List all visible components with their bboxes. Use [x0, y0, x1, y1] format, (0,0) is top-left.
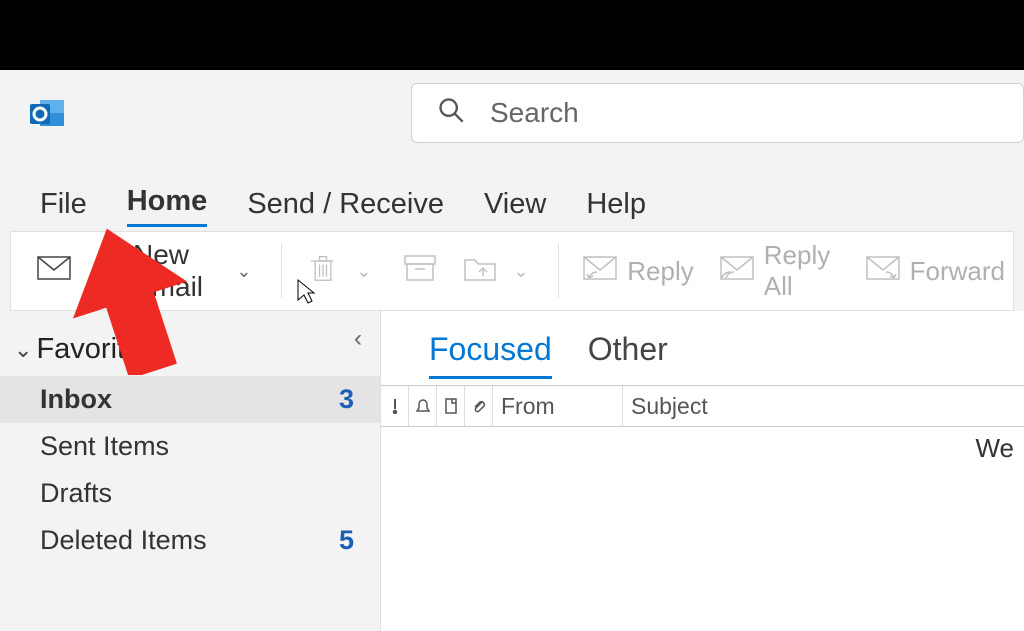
forward-button[interactable]: Forward: [858, 250, 1013, 293]
menu-tabs: File Home Send / Receive View Help: [0, 155, 1024, 227]
new-email-label: New Email: [133, 239, 220, 303]
forward-icon: [866, 254, 900, 289]
ribbon-separator: [558, 244, 559, 298]
col-itemtype-icon[interactable]: [437, 386, 465, 426]
tab-view[interactable]: View: [484, 188, 546, 227]
col-reminder-icon[interactable]: [409, 386, 437, 426]
col-subject[interactable]: Subject: [623, 386, 1024, 426]
nav-label: Inbox: [40, 384, 112, 415]
search-placeholder: Search: [490, 97, 579, 129]
mail-list-pane: Focused Other From Subject We: [380, 311, 1024, 631]
col-attachment-icon[interactable]: [465, 386, 493, 426]
col-importance-icon[interactable]: [381, 386, 409, 426]
outlook-logo-icon: [30, 96, 66, 130]
tab-help[interactable]: Help: [586, 188, 646, 227]
content-area: ‹ ⌄ Favorites Inbox 3 Sent Items Drafts …: [0, 311, 1024, 631]
window-letterbox-top: [0, 0, 1024, 70]
tab-send-receive[interactable]: Send / Receive: [247, 188, 444, 227]
mail-filter-tabs: Focused Other: [381, 311, 1024, 379]
sidebar-item-deleted[interactable]: Deleted Items 5: [0, 517, 380, 564]
tab-home[interactable]: Home: [127, 185, 208, 227]
sidebar: ‹ ⌄ Favorites Inbox 3 Sent Items Drafts …: [0, 311, 380, 631]
chevron-down-icon[interactable]: ⌄: [507, 261, 534, 282]
favorites-header[interactable]: ⌄ Favorites: [0, 325, 380, 376]
folder-move-icon: [463, 254, 497, 289]
collapse-sidebar-icon[interactable]: ‹: [354, 325, 362, 353]
tab-file[interactable]: File: [40, 188, 87, 227]
forward-label: Forward: [910, 256, 1005, 287]
nav-label: Sent Items: [40, 431, 169, 462]
nav-count: 3: [339, 384, 354, 415]
tab-focused[interactable]: Focused: [429, 331, 552, 379]
column-headers: From Subject: [381, 385, 1024, 427]
envelope-icon: [37, 254, 71, 289]
archive-icon: [403, 254, 437, 289]
message-row-snippet[interactable]: We: [381, 427, 1024, 464]
delete-button[interactable]: ⌄: [298, 250, 385, 293]
reply-all-icon: [720, 254, 754, 289]
title-bar: Search: [0, 70, 1024, 155]
nav-count: 5: [339, 525, 354, 556]
col-from[interactable]: From: [493, 386, 623, 426]
ribbon-separator: [281, 244, 282, 298]
trash-icon: [306, 254, 340, 289]
archive-button[interactable]: [395, 250, 445, 293]
new-email-button[interactable]: New Email ⌄: [29, 235, 265, 307]
tab-other[interactable]: Other: [588, 331, 668, 379]
reply-all-button[interactable]: Reply All: [712, 236, 848, 306]
search-box[interactable]: Search: [411, 83, 1024, 143]
nav-label: Deleted Items: [40, 525, 207, 556]
chevron-down-icon[interactable]: ⌄: [230, 261, 257, 282]
reply-all-label: Reply All: [764, 240, 840, 302]
move-button[interactable]: ⌄: [455, 250, 542, 293]
ribbon-toolbar: New Email ⌄ ⌄ ⌄ Reply Reply All: [10, 231, 1014, 311]
nav-label: Drafts: [40, 478, 112, 509]
reply-label: Reply: [627, 256, 693, 287]
chevron-down-icon[interactable]: ⌄: [350, 261, 377, 282]
favorites-label: Favorites: [36, 333, 155, 366]
search-icon: [437, 96, 465, 129]
sidebar-item-inbox[interactable]: Inbox 3: [0, 376, 380, 423]
chevron-down-icon: ⌄: [14, 337, 32, 363]
sidebar-item-drafts[interactable]: Drafts: [0, 470, 380, 517]
sidebar-item-sent[interactable]: Sent Items: [0, 423, 380, 470]
reply-icon: [583, 254, 617, 289]
reply-button[interactable]: Reply: [575, 250, 701, 293]
